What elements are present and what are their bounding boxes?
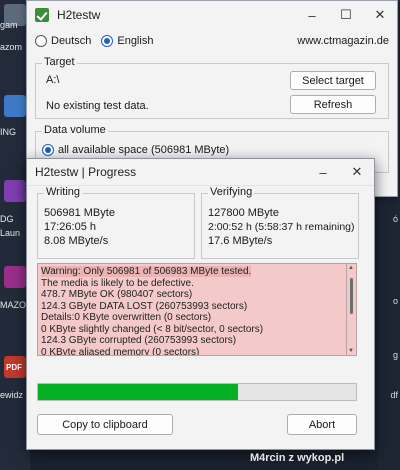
desktop-icon[interactable] [4, 266, 26, 288]
progress-title: H2testw | Progress [35, 165, 137, 179]
close-icon[interactable]: ✕ [363, 7, 397, 23]
writing-size: 506981 MByte [44, 207, 115, 219]
desktop-label: df [390, 390, 398, 400]
target-status: No existing test data. [46, 100, 149, 112]
h2testw-app-icon [35, 8, 49, 22]
scroll-up-icon[interactable]: ▲ [348, 265, 354, 271]
abort-button[interactable]: Abort [287, 414, 357, 435]
group-title: Target [42, 56, 77, 68]
progress-title-bar[interactable]: H2testw | Progress – ✕ [27, 159, 374, 186]
writing-time: 17:26:05 h [44, 221, 96, 233]
radio-button[interactable] [35, 35, 47, 47]
writing-panel: Writing 506981 MByte 17:26:05 h 8.08 MBy… [37, 186, 195, 259]
title-bar[interactable]: H2testw – ☐ ✕ [27, 1, 397, 29]
desktop-label: o [392, 296, 398, 306]
desktop-icon[interactable] [4, 180, 26, 202]
language-label: Deutsch [51, 35, 92, 47]
data-volume-label: all available space (506981 MByte) [58, 144, 230, 156]
group-title: Data volume [42, 124, 108, 136]
language-label: English [117, 35, 154, 47]
scroll-down-icon[interactable]: ▼ [348, 348, 354, 354]
result-log[interactable]: Warning: Only 506981 of 506983 MByte tes… [37, 263, 347, 356]
radio-button-selected[interactable] [101, 35, 114, 47]
verifying-title: Verifying [208, 186, 255, 198]
verifying-size: 127800 MByte [208, 207, 279, 219]
log-scrollbar[interactable]: ▲ ▼ [347, 263, 357, 356]
log-line: 124.3 GByte corrupted (260753993 sectors… [41, 335, 237, 346]
language-option-deutsch[interactable]: Deutsch [35, 35, 91, 47]
window-title: H2testw [57, 8, 101, 22]
writing-title: Writing [44, 186, 83, 198]
scrollbar-thumb[interactable] [350, 278, 353, 314]
copy-to-clipboard-button[interactable]: Copy to clipboard [37, 414, 173, 435]
radio-button-selected[interactable] [42, 144, 54, 156]
log-line: 478.7 MByte OK (980407 sectors) [41, 289, 193, 300]
refresh-button[interactable]: Refresh [290, 95, 376, 114]
verifying-time: 2:00:52 h (5:58:37 h remaining) [208, 221, 355, 233]
close-icon[interactable]: ✕ [340, 164, 374, 180]
log-line: Warning: Only 506981 of 506983 MByte tes… [41, 266, 252, 277]
log-line: 0 KByte slightly changed (< 8 bit/sector… [41, 323, 264, 335]
watermark: M4rcin z wykop.pl [250, 452, 345, 464]
maximize-icon[interactable]: ☐ [329, 7, 363, 23]
writing-speed: 8.08 MByte/s [44, 235, 109, 247]
select-target-button[interactable]: Select target [290, 71, 376, 90]
desktop-label: ó [392, 214, 398, 224]
language-row: Deutsch English www.ctmagazin.de [27, 29, 397, 53]
desktop-icon[interactable] [4, 95, 26, 117]
log-line: 0 KByte aliased memory (0 sectors) [41, 346, 200, 356]
verifying-panel: Verifying 127800 MByte 2:00:52 h (5:58:3… [201, 186, 359, 259]
language-option-english[interactable]: English [101, 35, 153, 47]
log-line: 124.3 GByte DATA LOST (260753993 sectors… [41, 300, 248, 312]
log-line: Details:0 KByte overwritten (0 sectors) [41, 312, 212, 323]
target-path: A:\ [46, 74, 60, 86]
progress-dialog: H2testw | Progress – ✕ Writing 506981 MB… [26, 158, 375, 450]
desktop-label: g [392, 350, 398, 360]
target-group: Target A:\ No existing test data. Select… [35, 56, 389, 119]
log-line: The media is likely to be defective. [41, 277, 194, 289]
data-volume-all-option[interactable]: all available space (506981 MByte) [42, 144, 229, 156]
minimize-icon[interactable]: – [295, 8, 329, 23]
website-link[interactable]: www.ctmagazin.de [297, 35, 389, 47]
minimize-icon[interactable]: – [306, 165, 340, 180]
progress-bar-fill [38, 384, 239, 400]
progress-bar [37, 383, 357, 401]
verifying-speed: 17.6 MByte/s [208, 235, 273, 247]
